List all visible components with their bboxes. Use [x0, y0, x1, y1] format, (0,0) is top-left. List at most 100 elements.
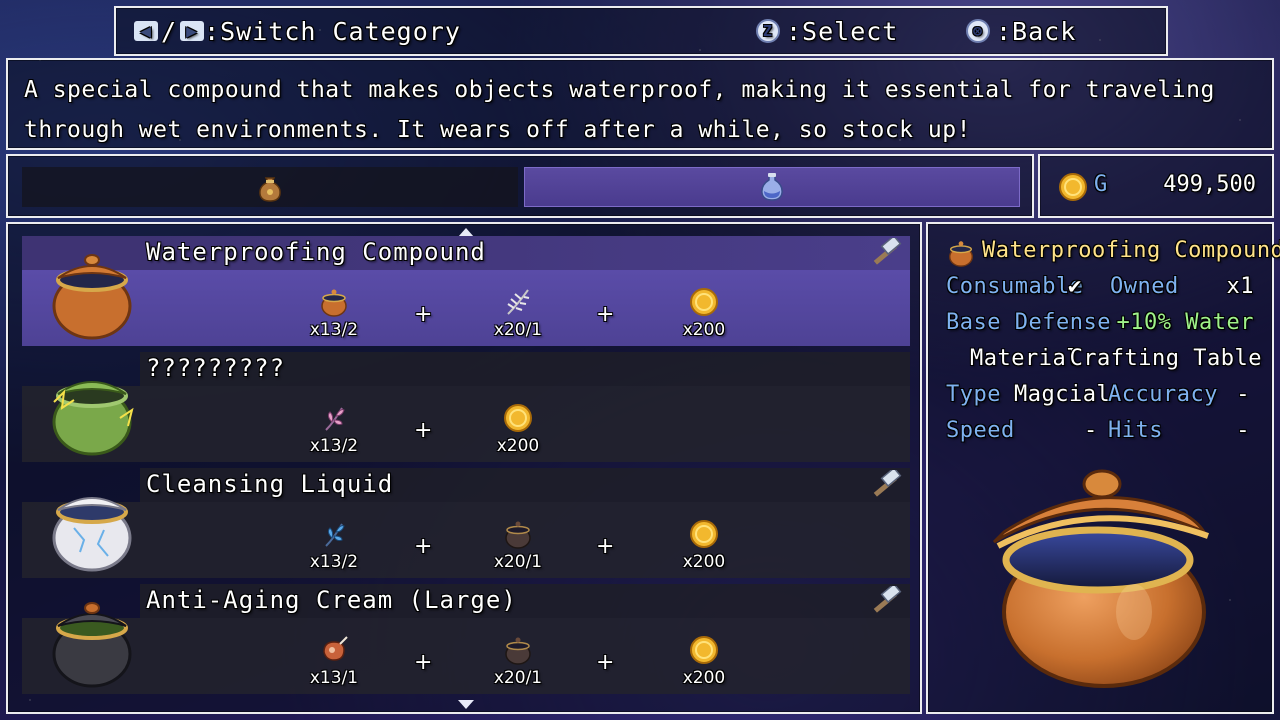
right-arrow-key-icon: ▶	[180, 21, 205, 42]
recipe-row-cleansing-liquid[interactable]: Cleansing Liquid x13/2 + x20/1 + x200	[22, 468, 910, 578]
accuracy-label: Accuracy	[1108, 382, 1218, 407]
plus-sign: +	[414, 650, 433, 675]
ingredient-2: x20/1	[478, 634, 558, 688]
gold-coin-icon	[690, 636, 718, 664]
item-description-panel: A special compound that makes objects wa…	[6, 58, 1274, 150]
pouch-icon	[259, 177, 281, 202]
x-button-icon: ⊗	[966, 19, 990, 43]
large-brown-pot-icon	[992, 469, 1209, 688]
ingredient-3: x200	[664, 634, 744, 688]
material-label: Material	[970, 346, 1080, 371]
ingredient-1: x13/2	[294, 402, 374, 456]
potion-icon	[761, 173, 783, 201]
recipe-name: Anti-Aging Cream (Large)	[146, 586, 517, 614]
ingredient-2: x200	[478, 402, 558, 456]
plus-sign: +	[414, 418, 433, 443]
select-hint: Z :Select	[756, 8, 898, 54]
ingredient-3: x200	[664, 518, 744, 572]
ingredient-qty: x20/1	[493, 552, 543, 572]
plus-sign: +	[596, 302, 615, 327]
feather-herb-icon	[507, 289, 530, 315]
brown-pot-icon	[321, 289, 347, 317]
ingredient-qty: x200	[682, 552, 726, 572]
hammer-icon	[873, 238, 902, 265]
hits-value: -	[1236, 418, 1250, 443]
recipe-name: Cleansing Liquid	[146, 470, 394, 498]
select-label: :Select	[786, 16, 899, 46]
ingredient-1: x13/2	[294, 518, 374, 572]
ingredient-qty: x200	[682, 668, 726, 688]
slash-separator: /	[161, 16, 178, 46]
gold-coin-icon	[1059, 173, 1087, 201]
gold-coin-icon	[504, 404, 532, 432]
controls-hint-bar: ◀ / ▶ :Switch Category Z :Select ⊗ :Back	[114, 6, 1168, 56]
white-pot-icon	[52, 497, 132, 572]
accuracy-value: -	[1236, 382, 1250, 407]
hammer-icon	[873, 586, 902, 613]
recipe-name: ?????????	[146, 354, 286, 382]
green-pot-icon	[52, 381, 134, 456]
z-button-icon: Z	[756, 19, 780, 43]
recipe-row-body	[22, 386, 910, 462]
type-value: Magcial	[1014, 382, 1111, 407]
plus-sign: +	[414, 302, 433, 327]
ingredient-3: x200	[664, 286, 744, 340]
switch-category-hint: ◀ / ▶ :Switch Category	[134, 8, 461, 54]
base-defense-label: Base Defense	[946, 310, 1111, 335]
consumable-check-icon: ✔	[1068, 274, 1082, 299]
category-tab-items[interactable]	[22, 167, 518, 207]
gold-amount: 499,500	[1163, 172, 1256, 197]
owned-label: Owned	[1110, 274, 1179, 299]
owned-value: x1	[1226, 274, 1254, 299]
category-bar	[6, 154, 1034, 218]
base-defense-value: +10% Water	[1116, 310, 1254, 335]
pink-herb-icon	[325, 407, 345, 431]
item-detail-panel: Waterproofing Compound Consumable ✔ Owne…	[926, 222, 1280, 714]
ingredient-qty: x20/1	[493, 320, 543, 340]
ingredient-2: x20/1	[478, 518, 558, 572]
hits-label: Hits	[1108, 418, 1163, 443]
plus-sign: +	[596, 534, 615, 559]
back-label: :Back	[996, 16, 1077, 46]
gold-label: G	[1094, 172, 1108, 197]
ingredient-qty: x200	[682, 320, 726, 340]
ingredient-qty: x13/2	[309, 320, 359, 340]
scroll-down-arrow-icon[interactable]	[458, 700, 474, 709]
ingredient-qty: x13/2	[309, 552, 359, 572]
detail-item-name: Waterproofing Compound	[982, 238, 1280, 263]
plus-sign: +	[596, 650, 615, 675]
back-hint: ⊗ :Back	[966, 8, 1076, 54]
speed-label: Speed	[946, 418, 1015, 443]
dark-pot-icon	[505, 521, 531, 549]
consumable-label: Consumable	[946, 274, 1084, 299]
plus-sign: +	[414, 534, 433, 559]
switch-category-label: :Switch Category	[204, 16, 461, 46]
recipe-name: Waterproofing Compound	[146, 238, 486, 266]
category-tab-potions[interactable]	[524, 167, 1020, 207]
recipe-row-waterproofing-compound[interactable]: Waterproofing Compound x13/2 + x20/1 + x…	[22, 236, 910, 346]
left-arrow-key-icon: ◀	[134, 21, 158, 42]
gold-coin-icon	[690, 288, 718, 316]
ingredient-1: x13/2	[294, 286, 374, 340]
recipe-row-anti-aging-cream-large[interactable]: Anti-Aging Cream (Large) x13/1 + x20/1 +	[22, 584, 910, 694]
recipe-row-body	[22, 618, 910, 694]
meat-icon	[323, 636, 348, 661]
recipe-list-panel: Waterproofing Compound x13/2 + x20/1 + x…	[6, 222, 922, 714]
ingredient-qty: x13/2	[309, 436, 359, 456]
brown-pot-icon	[52, 254, 132, 340]
brown-pot-icon	[949, 241, 973, 267]
recipe-row-unknown[interactable]: ????????? x13/2 + x200	[22, 352, 910, 462]
type-label: Type	[946, 382, 1001, 407]
gold-panel: G 499,500	[1038, 154, 1274, 218]
speed-value: -	[1084, 418, 1098, 443]
hammer-icon	[873, 470, 902, 497]
ingredient-qty: x13/1	[309, 668, 359, 688]
ingredient-qty: x200	[496, 436, 540, 456]
gold-coin-icon	[690, 520, 718, 548]
ingredient-1: x13/1	[294, 634, 374, 688]
dark-pot-icon	[505, 637, 531, 665]
item-description: A special compound that makes objects wa…	[24, 77, 1215, 143]
recipe-row-body	[22, 502, 910, 578]
blue-herb-icon	[325, 523, 345, 547]
material-value: Crafting Table	[1069, 346, 1262, 371]
